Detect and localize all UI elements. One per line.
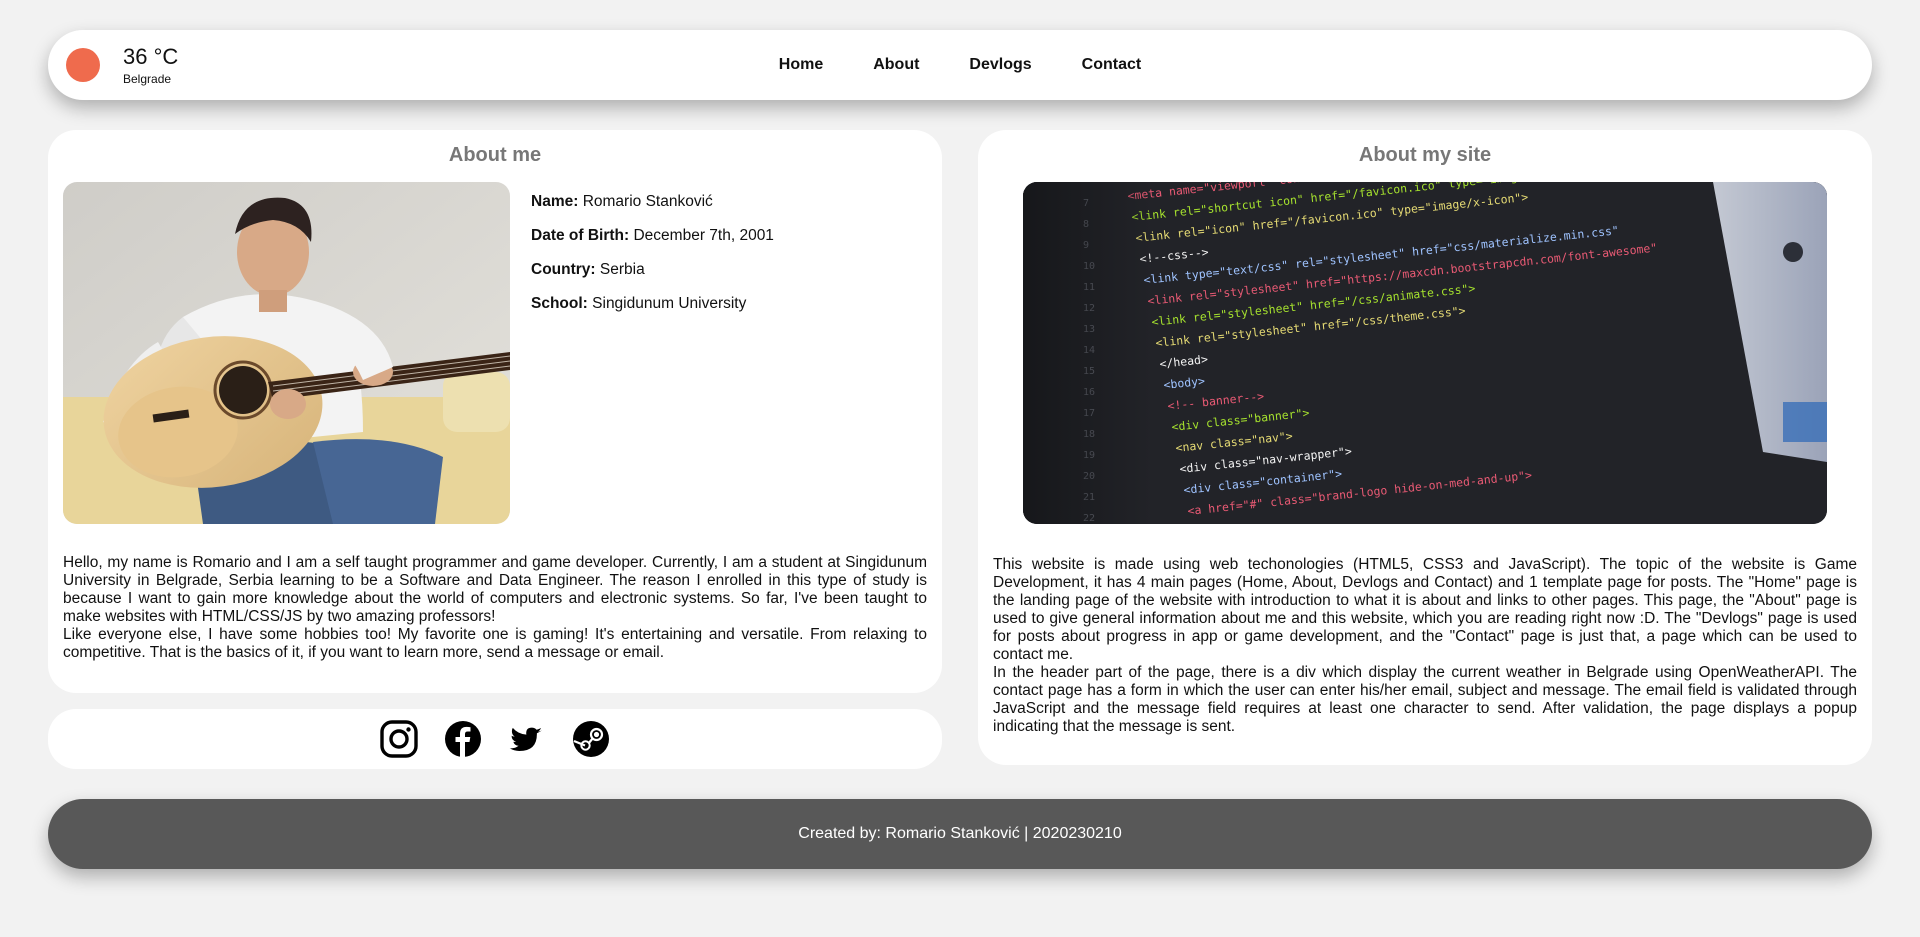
weather-city: Belgrade — [123, 72, 172, 86]
profile-photo — [63, 182, 510, 524]
info-dob: Date of Birth: December 7th, 2001 — [531, 227, 774, 244]
social-links-panel — [48, 709, 942, 769]
info-name: Name: Romario Stanković — [531, 193, 713, 210]
about-me-title: About me — [448, 144, 542, 166]
about-me-paragraph-2: Like everyone else, I have some hobbies … — [63, 626, 927, 661]
about-site-paragraph-2: In the header part of the page, there is… — [993, 664, 1857, 735]
about-me-text: Hello, my name is Romario and I am a sel… — [63, 554, 927, 662]
weather-temperature: 36 °C — [123, 44, 179, 69]
steam-icon[interactable] — [572, 720, 610, 758]
site-footer: Created by: Romario Stanković | 20202302… — [48, 799, 1872, 869]
site-header: 36 °C Belgrade Home About Devlogs Contac… — [48, 30, 1872, 100]
facebook-icon[interactable] — [444, 720, 482, 758]
instagram-icon[interactable] — [380, 720, 418, 758]
nav-contact[interactable]: Contact — [1082, 56, 1142, 74]
nav-devlogs[interactable]: Devlogs — [969, 56, 1031, 74]
nav-about[interactable]: About — [873, 56, 919, 74]
about-site-paragraph-1: This website is made using web techonolo… — [993, 556, 1857, 663]
about-site-text: This website is made using web techonolo… — [993, 556, 1857, 736]
about-me-panel: About me Name: Romario Stanković Date of… — [48, 130, 942, 693]
personal-info: Name: Romario Stanković Date of Birth: D… — [531, 185, 774, 321]
main-nav: Home About Devlogs Contact — [48, 30, 1872, 100]
footer-credits: Created by: Romario Stanković | 20202302… — [798, 825, 1122, 842]
nav-home[interactable]: Home — [779, 56, 823, 74]
code-screenshot-image: <meta name="viewport" content="width=dev… — [1023, 182, 1827, 524]
info-country: Country: Serbia — [531, 261, 645, 278]
info-school: School: Singidunum University — [531, 295, 747, 312]
about-me-paragraph-1: Hello, my name is Romario and I am a sel… — [63, 554, 927, 625]
about-site-title: About my site — [1358, 144, 1492, 166]
weather-icon — [66, 48, 100, 82]
about-site-panel: About my site <meta name="viewport" cont… — [978, 130, 1872, 765]
twitter-icon[interactable] — [508, 720, 546, 758]
